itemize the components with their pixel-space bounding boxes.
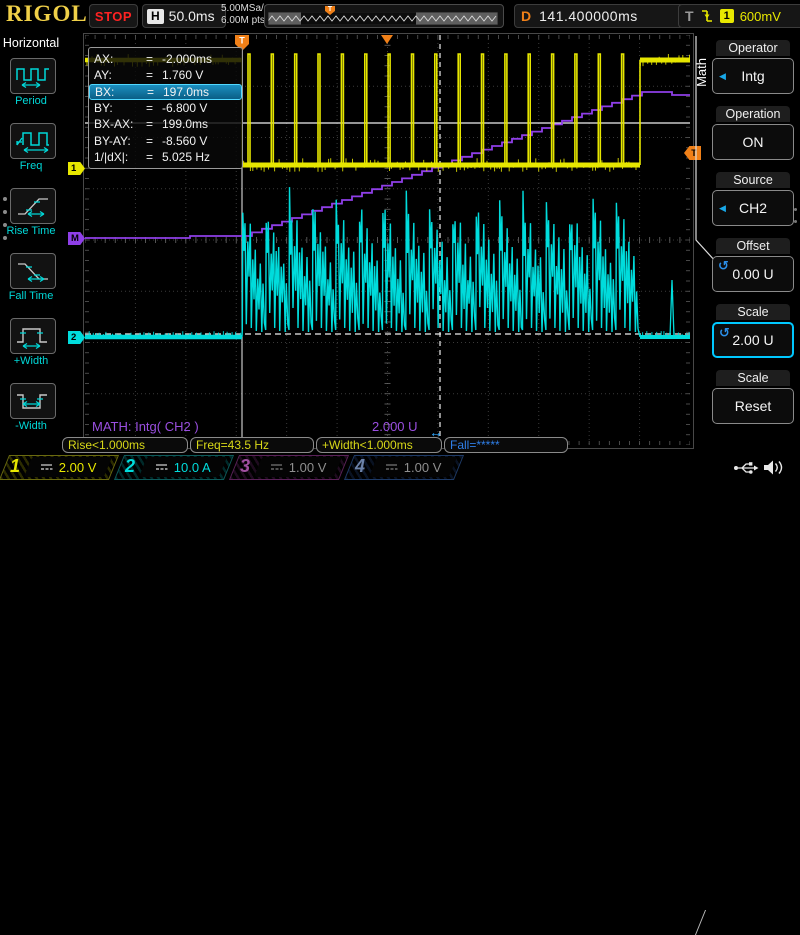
operation-label: Operation <box>716 106 790 122</box>
measure-item-pwidth-label: +Width <box>0 355 62 367</box>
scale-button[interactable]: ↺ 2.00 U <box>712 322 794 358</box>
knob-icon: ↺ <box>718 258 729 274</box>
acquisition-info: 5.00MSa/s 6.00M pts <box>221 3 269 27</box>
freq-icon <box>14 128 52 154</box>
sample-rate: 5.00MSa/s <box>221 3 269 15</box>
trigger-flag-label: T <box>239 36 245 46</box>
memory-depth: 6.00M pts <box>221 15 269 27</box>
cursor-row-bxax: BX-AX:=199.0ms <box>89 116 242 132</box>
measurement-pwidth[interactable]: +Width<1.000ms <box>316 437 442 453</box>
trigger-source-badge: 1 <box>720 9 734 23</box>
scale-label: Scale <box>716 304 790 320</box>
menu-page-dot <box>3 197 7 201</box>
offset-button[interactable]: ↺ 0.00 U <box>712 256 794 292</box>
channel1-scale-box: 2.00 V <box>24 457 112 477</box>
channel2-status[interactable]: 2 10.0 A <box>119 455 229 480</box>
measure-item-nwidth[interactable] <box>10 383 56 419</box>
fall-time-icon <box>14 258 52 284</box>
channel3-scale-box: 1.00 V <box>254 457 342 477</box>
measure-item-fall-time[interactable] <box>10 253 56 289</box>
period-icon <box>14 63 52 89</box>
measure-item-rise-time[interactable] <box>10 188 56 224</box>
left-arrow-icon: ◀ <box>719 203 726 214</box>
measurement-rise[interactable]: Rise<1.000ms <box>62 437 188 453</box>
measurement-freq[interactable]: Freq=43.5 Hz <box>190 437 314 453</box>
menu-page-dot <box>3 223 7 227</box>
left-arrow-icon: ◀ <box>719 71 726 82</box>
timebase-value: 50.0ms <box>169 8 215 24</box>
measure-item-pwidth[interactable] <box>10 318 56 354</box>
measure-item-freq[interactable] <box>10 123 56 159</box>
menu-page-dot <box>794 208 797 211</box>
menu-page-dot <box>3 210 7 214</box>
measure-item-nwidth-label: -Width <box>0 420 62 432</box>
operator-label: Operator <box>716 40 790 56</box>
sound-icon <box>762 458 786 477</box>
source-label: Source <box>716 172 790 188</box>
channel-status-bar: 1 2.00 V 2 10.0 A 3 1.00 V <box>0 455 800 480</box>
cursor-row-byay: BY-AY:=-8.560 V <box>89 132 242 148</box>
scale-reset-button[interactable]: Reset <box>712 388 794 424</box>
channel4-status[interactable]: 4 1.00 V <box>349 455 459 480</box>
source-button[interactable]: ◀ CH2 <box>712 190 794 226</box>
falling-edge-icon <box>700 8 714 24</box>
delay-indicator[interactable]: D 141.400000ms <box>514 4 684 28</box>
trigger-level-value: 600mV <box>740 9 781 24</box>
knob-icon: ↺ <box>719 325 730 341</box>
cursor-row-by: BY:=-6.800 V <box>89 100 242 116</box>
timebase-indicator[interactable]: H 50.0ms <box>142 4 226 28</box>
plus-width-icon <box>14 323 52 349</box>
operation-button[interactable]: ON <box>712 124 794 160</box>
trigger-label: T <box>685 8 694 24</box>
measure-item-freq-label: Freq <box>0 160 62 172</box>
channel4-scale-box: 1.00 V <box>369 457 457 477</box>
delay-center-marker <box>381 35 393 44</box>
delay-label: D <box>521 8 531 24</box>
minus-width-icon <box>14 388 52 414</box>
memory-position-strip[interactable]: T <box>264 4 504 28</box>
scale-reset-label: Scale <box>716 370 790 386</box>
measure-sidebar: Horizontal Period Freq Rise Time Fall Ti… <box>0 30 62 455</box>
preview-wave-svg <box>268 12 498 25</box>
dc-coupling-icon <box>385 463 398 471</box>
dc-coupling-icon <box>40 463 53 471</box>
marker-layer: T <box>235 35 393 51</box>
menu-page-dot <box>794 220 797 223</box>
measure-item-rise-time-label: Rise Time <box>0 225 62 237</box>
run-state-badge[interactable]: STOP <box>89 4 138 28</box>
cursor-row-bx[interactable]: BX:=197.0ms <box>89 84 242 100</box>
measure-item-period-label: Period <box>0 95 62 107</box>
rise-time-icon <box>14 193 52 219</box>
usb-icon <box>733 458 759 477</box>
trigger-indicator[interactable]: T 1 600mV <box>678 4 800 28</box>
cursor-row-freq: 1/|dX|:=5.025 Hz <box>89 149 242 165</box>
rigol-logo: RIGOL <box>6 1 88 27</box>
measure-item-period[interactable] <box>10 58 56 94</box>
measure-category-title: Horizontal <box>0 36 62 50</box>
math-menu: Math Operator ◀ Intg Operation ON Source… <box>692 30 800 455</box>
channel3-status[interactable]: 3 1.00 V <box>234 455 344 480</box>
cursor-row-ax: AX:=-2.000ms <box>89 51 242 67</box>
dc-coupling-icon <box>270 463 283 471</box>
status-bar-divider <box>695 910 706 935</box>
math-scale-label: 2.000 U <box>372 419 418 434</box>
operator-button[interactable]: ◀ Intg <box>712 58 794 94</box>
delay-value: 141.400000ms <box>539 8 638 24</box>
cursor-measurement-panel: AX:=-2.000ms AY:=1.760 V BX:=197.0ms BY:… <box>88 47 243 169</box>
channel1-status[interactable]: 1 2.00 V <box>4 455 114 480</box>
menu-page-dot <box>3 236 7 240</box>
channel2-scale-box: 10.0 A <box>139 457 227 477</box>
cursor-row-ay: AY:=1.760 V <box>89 67 242 83</box>
top-status-bar: RIGOL STOP H 50.0ms 5.00MSa/s 6.00M pts … <box>0 0 800 30</box>
measurement-fall[interactable]: Fall=***** <box>444 437 568 453</box>
offset-label: Offset <box>716 238 790 254</box>
dc-coupling-icon <box>155 463 168 471</box>
menu-tab-label: Math <box>694 58 709 87</box>
horizontal-label: H <box>147 9 164 24</box>
measure-item-fall-time-label: Fall Time <box>0 290 62 302</box>
math-operation-label: MATH: Intg( CH2 ) <box>92 419 199 434</box>
